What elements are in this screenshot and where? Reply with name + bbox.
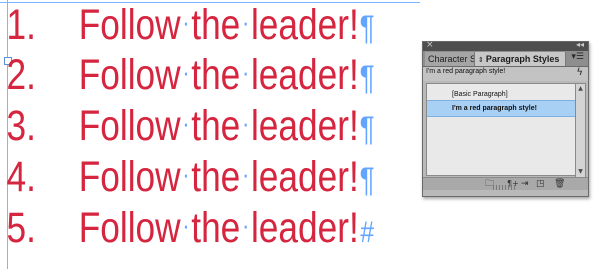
pilcrow-icon: ¶ bbox=[359, 110, 375, 148]
space-marker: · bbox=[182, 7, 190, 37]
style-list: [Basic Paragraph] I'm a red paragraph st… bbox=[426, 83, 576, 176]
list-number: 3. bbox=[6, 102, 36, 150]
pilcrow-icon: ¶ bbox=[359, 161, 375, 199]
word: leader! bbox=[250, 51, 359, 99]
paragraph[interactable]: 3. Follow·the·leader!¶ bbox=[0, 101, 375, 151]
scroll-down-icon[interactable]: ▼ bbox=[576, 168, 585, 176]
panel-footer: 🗀 ¶+ ⇥ ◳ 🗑 bbox=[423, 177, 588, 190]
space-marker: · bbox=[242, 7, 250, 37]
word: leader! bbox=[250, 204, 359, 252]
panel-titlebar[interactable]: × ◂◂ bbox=[423, 40, 588, 51]
scroll-up-icon[interactable]: ▲ bbox=[576, 85, 585, 93]
style-item-red-paragraph[interactable]: I'm a red paragraph style! bbox=[427, 100, 575, 117]
list-number: 4. bbox=[6, 153, 36, 201]
list-number: 2. bbox=[6, 51, 36, 99]
word: Follow bbox=[78, 153, 181, 201]
word: the bbox=[191, 204, 241, 252]
space-marker: · bbox=[182, 108, 190, 138]
pilcrow-icon: ¶ bbox=[359, 9, 375, 47]
style-list-scrollbar[interactable]: ▲ ▼ bbox=[575, 83, 586, 178]
paragraph[interactable]: 4. Follow·the·leader!¶ bbox=[0, 152, 375, 202]
word: leader! bbox=[250, 153, 359, 201]
paragraph-styles-panel: × ◂◂ Character S ⇕ Paragraph Styles ▾☰ I'… bbox=[422, 40, 589, 197]
current-style-name: I'm a red paragraph style! bbox=[426, 68, 506, 75]
word: the bbox=[191, 51, 241, 99]
word: Follow bbox=[78, 204, 181, 252]
space-marker: · bbox=[242, 210, 250, 240]
tab-paragraph-styles[interactable]: ⇕ Paragraph Styles bbox=[474, 52, 566, 66]
double-arrow-icon: ⇕ bbox=[478, 57, 484, 64]
style-item-label: I'm a red paragraph style! bbox=[452, 105, 537, 112]
pilcrow-icon: ¶ bbox=[359, 59, 375, 97]
collapse-icon[interactable]: ◂◂ bbox=[576, 40, 584, 49]
word: Follow bbox=[78, 102, 181, 150]
space-marker: · bbox=[242, 57, 250, 87]
lightning-icon[interactable]: ϟ bbox=[576, 67, 583, 78]
new-style-icon[interactable]: ◳ bbox=[536, 178, 545, 190]
tab-label: Paragraph Styles bbox=[485, 54, 560, 64]
current-style-row: I'm a red paragraph style! ϟ bbox=[423, 67, 588, 81]
word: the bbox=[191, 1, 241, 49]
list-number: 5. bbox=[6, 204, 36, 252]
close-icon[interactable]: × bbox=[426, 40, 434, 50]
space-marker: · bbox=[182, 210, 190, 240]
space-marker: · bbox=[182, 159, 190, 189]
panel-menu-icon[interactable]: ▾☰ bbox=[571, 52, 584, 62]
end-of-story-icon: # bbox=[360, 216, 375, 249]
space-marker: · bbox=[182, 57, 190, 87]
tab-label: Character S bbox=[428, 54, 477, 64]
word: leader! bbox=[250, 102, 359, 150]
trash-icon[interactable]: 🗑 bbox=[554, 178, 565, 190]
paragraph[interactable]: 1. Follow·the·leader!¶ bbox=[0, 0, 375, 50]
paragraph[interactable]: 5. Follow·the·leader!# bbox=[0, 203, 375, 253]
list-number: 1. bbox=[6, 1, 36, 49]
word: the bbox=[191, 153, 241, 201]
word: Follow bbox=[78, 51, 181, 99]
space-marker: · bbox=[242, 159, 250, 189]
paragraph[interactable]: 2. Follow·the·leader!¶ bbox=[0, 50, 375, 100]
resize-grip[interactable] bbox=[493, 185, 517, 190]
panel-tabbar: Character S ⇕ Paragraph Styles ▾☰ bbox=[423, 51, 588, 67]
word: the bbox=[191, 102, 241, 150]
tab-character-styles[interactable]: Character S bbox=[425, 52, 477, 66]
redefine-style-icon[interactable]: ⇥ bbox=[521, 178, 529, 190]
space-marker: · bbox=[242, 108, 250, 138]
word: Follow bbox=[78, 1, 181, 49]
word: leader! bbox=[250, 1, 359, 49]
